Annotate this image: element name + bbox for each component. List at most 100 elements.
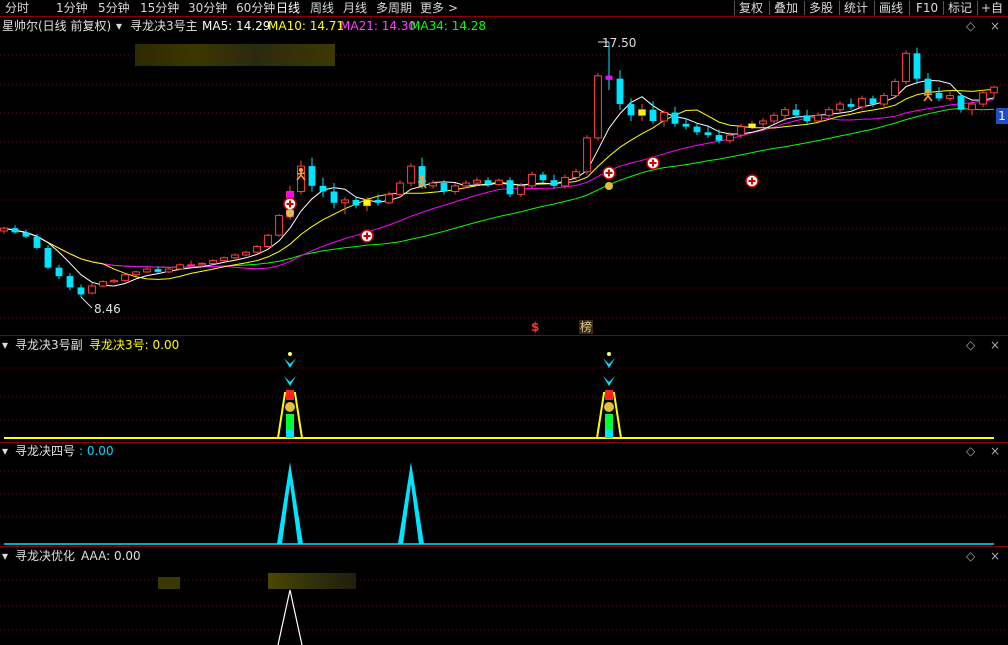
star-icon [607, 352, 611, 356]
high-price-label: 17.50 [602, 36, 637, 50]
candle-body [0, 227, 8, 232]
candle-body [792, 109, 800, 116]
candle-body [858, 97, 866, 108]
candle-body [473, 179, 481, 184]
candle-body [836, 103, 844, 111]
diamond-icon[interactable]: ◇ [966, 444, 975, 458]
close-icon[interactable]: × [990, 338, 1000, 352]
candle-body [660, 112, 668, 122]
candle-body [88, 285, 96, 294]
candle-body [242, 251, 250, 256]
candle-body [11, 228, 19, 233]
star-icon [288, 352, 292, 356]
candle-body [693, 126, 701, 133]
redacted-region [268, 573, 356, 589]
candle-body [55, 267, 63, 277]
chevron-down-icon[interactable]: ▾ [2, 444, 8, 458]
close-icon[interactable]: × [990, 444, 1000, 458]
signal-candle [638, 109, 646, 116]
diamond-icon[interactable]: ◇ [966, 549, 975, 563]
redacted-region [158, 577, 180, 589]
candle-body [902, 52, 910, 82]
candle-body [891, 80, 899, 97]
red-bar [605, 390, 613, 400]
subpanel-value: : 0.00 [79, 444, 114, 458]
chevron-down-icon[interactable]: ▾ [2, 338, 8, 352]
subpanel-name[interactable]: 寻龙决四号 [15, 444, 75, 458]
candle-body [825, 109, 833, 116]
candle-body [22, 232, 30, 237]
money-bag-icon [605, 182, 613, 190]
candle-body [583, 137, 591, 173]
candle-body [407, 165, 415, 184]
candle-body [440, 183, 448, 192]
candle-body [308, 166, 316, 186]
subpanel-name[interactable]: 寻龙决优化 [15, 549, 75, 563]
low-price-label: 8.46 [94, 302, 121, 316]
candle-body [44, 247, 52, 268]
dollar-marker: $ [531, 320, 540, 334]
candle-body [253, 246, 261, 253]
candle-body [330, 191, 338, 203]
candle-body [66, 276, 74, 288]
runner-icon [923, 93, 933, 96]
candle-body [484, 180, 492, 185]
candle-body [979, 92, 987, 105]
subpanel-name[interactable]: 寻龙决3号副 [15, 338, 83, 352]
candle-body [781, 109, 789, 116]
candle-body [869, 98, 877, 105]
candle-body [396, 182, 404, 195]
candle-body [462, 182, 470, 187]
candle-body [385, 193, 393, 204]
subpanel-value: AAA: 0.00 [81, 549, 141, 563]
candle-body [770, 114, 778, 122]
candle-body [451, 185, 459, 193]
butterfly-icon [603, 358, 615, 368]
signal-candle [748, 123, 756, 128]
candle-body [77, 287, 85, 295]
butterfly-icon [284, 376, 296, 386]
cyan-bar [605, 430, 613, 438]
candle-body [572, 171, 580, 178]
cyan-bar [286, 430, 294, 438]
signal-spike [277, 589, 303, 645]
candle-body [946, 95, 954, 99]
candle-body [616, 78, 624, 105]
runner-icon [296, 172, 306, 175]
candle-body [209, 260, 217, 264]
runner-icon [925, 88, 931, 94]
candle-body [759, 120, 767, 125]
candle-body [264, 234, 272, 248]
runner-icon [417, 180, 427, 183]
signal-candle [605, 75, 613, 80]
candle-body [165, 268, 173, 273]
candle-body [528, 174, 536, 187]
close-icon[interactable]: × [990, 549, 1000, 563]
diamond-icon[interactable]: ◇ [966, 338, 975, 352]
candle-body [715, 135, 723, 141]
candle-body [231, 254, 239, 259]
candle-body [341, 199, 349, 204]
candle-body [495, 179, 503, 185]
signal-candle [363, 199, 371, 206]
candle-body [880, 95, 888, 105]
candle-body [429, 182, 437, 187]
ranking-marker: 榜 [579, 320, 594, 334]
candle-body [627, 104, 635, 116]
low-pointer [80, 296, 93, 309]
red-bar [286, 390, 294, 400]
candle-body [682, 123, 690, 127]
candle-body [594, 75, 602, 139]
candle-body [913, 53, 921, 79]
candle-body [506, 180, 514, 195]
candle-body [176, 264, 184, 270]
candle-body [814, 114, 822, 122]
candle-body [935, 92, 943, 99]
signal-spike [277, 462, 303, 544]
candle-body [957, 95, 965, 110]
candle-body [671, 112, 679, 124]
chevron-down-icon[interactable]: ▾ [2, 549, 8, 563]
butterfly-icon [603, 376, 615, 386]
price-badge: 1 [996, 108, 1008, 124]
candle-body [550, 180, 558, 186]
